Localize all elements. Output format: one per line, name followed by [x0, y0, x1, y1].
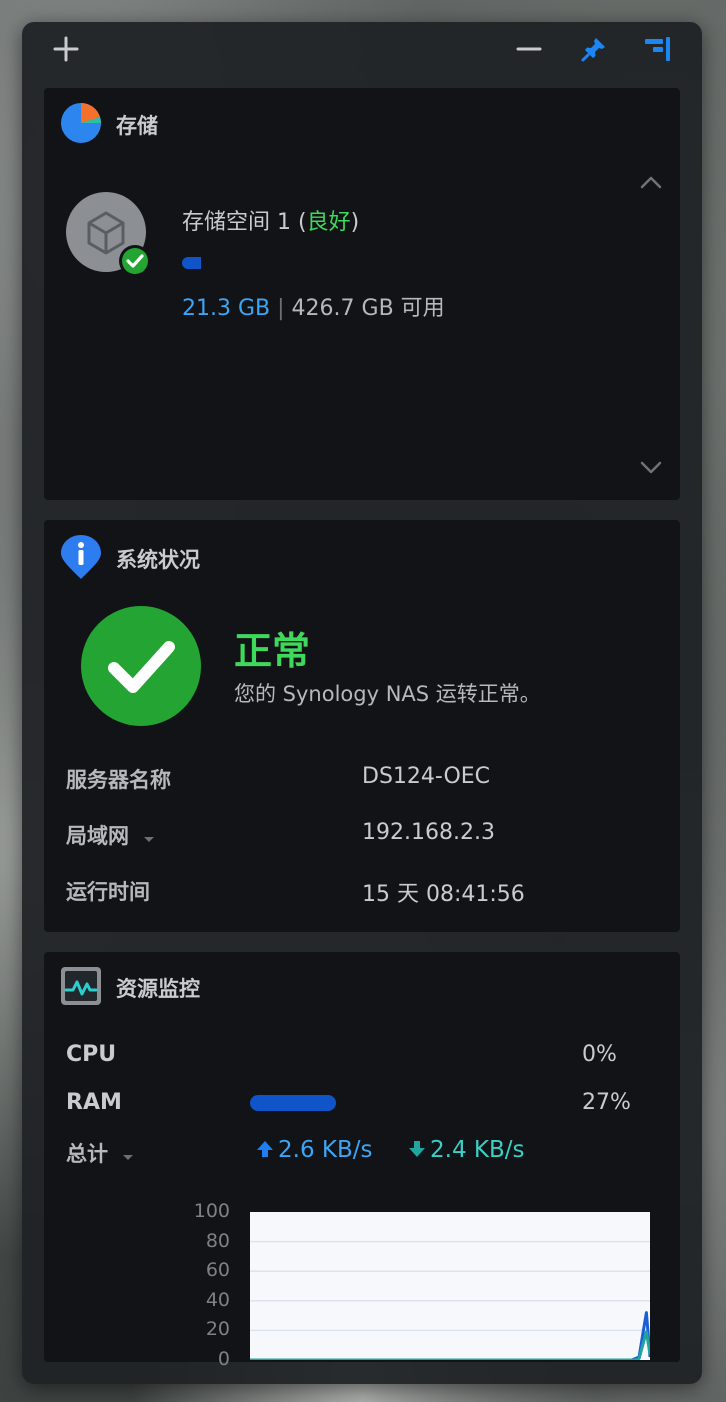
volume-status: 良好	[306, 210, 351, 235]
ram-usage-bar	[250, 1095, 336, 1111]
y-tick-100: 100	[193, 1200, 230, 1222]
used-space: 21.3 GB	[182, 296, 271, 321]
collapse-panel-button[interactable]	[640, 34, 674, 68]
scroll-up-button[interactable]	[640, 174, 662, 193]
y-tick-20: 20	[205, 1318, 230, 1340]
status-ok-icon	[81, 606, 201, 730]
minus-icon	[516, 36, 542, 66]
caret-down-icon	[142, 825, 156, 849]
volume-icon	[66, 192, 152, 282]
lan-dropdown[interactable]: 局域网	[66, 820, 156, 850]
uptime-value: 15 天 08:41:56	[362, 882, 525, 907]
cpu-value: 0%	[582, 1042, 617, 1067]
network-download: 2.4 KB/s	[408, 1137, 524, 1164]
server-name-label: 服务器名称	[66, 768, 171, 792]
available-space: 426.7 GB 可用	[291, 296, 445, 321]
volume-usage-bar	[182, 257, 582, 269]
server-name-value: DS124-OEC	[362, 764, 491, 789]
system-title: 系统状况	[116, 548, 200, 572]
download-arrow-icon	[408, 1138, 426, 1164]
storage-widget: 存储 存储空间 1 (良好) 21.3 GB | 426.7 GB 可用	[44, 88, 680, 500]
resource-monitor-widget: 资源监控 CPU 0% RAM 27% 总计 2.6 KB/s 2.4 KB/s…	[44, 952, 680, 1370]
lan-label: 局域网	[66, 824, 129, 848]
health-status: 正常	[234, 629, 311, 673]
volume-name[interactable]: 存储空间 1 (良好)	[182, 204, 359, 236]
widget-panel: 存储 存储空间 1 (良好) 21.3 GB | 426.7 GB 可用 系统状…	[22, 22, 702, 1384]
chart-plot-area	[250, 1212, 650, 1360]
pin-button[interactable]	[577, 34, 611, 68]
network-chart	[250, 1212, 650, 1360]
plus-icon	[53, 36, 79, 66]
scroll-down-button[interactable]	[640, 460, 662, 479]
capacity-separator: |	[277, 296, 285, 321]
resource-title: 资源监控	[116, 977, 200, 1001]
volume-name-close: )	[350, 210, 360, 235]
y-tick-60: 60	[205, 1259, 230, 1281]
upload-rate: 2.6 KB/s	[278, 1137, 373, 1163]
pin-icon	[580, 35, 608, 67]
panel-collapse-icon	[642, 35, 672, 67]
lan-ip-value: 192.168.2.3	[362, 820, 495, 845]
system-header: 系统状况	[60, 534, 200, 584]
caret-down-icon	[121, 1143, 135, 1167]
ram-label: RAM	[66, 1090, 122, 1115]
y-tick-80: 80	[205, 1230, 230, 1252]
add-widget-button[interactable]	[49, 34, 83, 68]
y-tick-40: 40	[205, 1289, 230, 1311]
y-tick-0: 0	[217, 1348, 230, 1370]
health-message: 您的 Synology NAS 运转正常。	[234, 682, 541, 706]
minimize-button[interactable]	[512, 34, 546, 68]
ram-value: 27%	[582, 1090, 631, 1115]
monitor-icon	[60, 966, 102, 1010]
network-total-label: 总计	[66, 1142, 108, 1166]
download-rate: 2.4 KB/s	[430, 1137, 525, 1163]
volume-usage-fill	[182, 257, 201, 269]
system-health-widget: 系统状况 正常 您的 Synology NAS 运转正常。 服务器名称 DS12…	[44, 520, 680, 932]
resource-header: 资源监控	[60, 966, 200, 1010]
volume-name-label: 存储空间 1 (	[182, 210, 307, 235]
storage-title: 存储	[116, 114, 158, 138]
pie-chart-icon	[60, 102, 102, 148]
storage-header: 存储	[60, 102, 158, 148]
uptime-label: 运行时间	[66, 880, 150, 904]
cpu-label: CPU	[66, 1042, 117, 1067]
upload-arrow-icon	[256, 1138, 274, 1164]
chart-y-axis: 100 80 60 40 20 0	[184, 1200, 230, 1370]
chevron-down-icon	[640, 460, 662, 479]
info-icon	[60, 534, 102, 584]
network-total-dropdown[interactable]: 总计	[66, 1138, 135, 1168]
network-upload: 2.6 KB/s	[256, 1137, 372, 1164]
volume-capacity: 21.3 GB | 426.7 GB 可用	[182, 290, 445, 322]
chevron-up-icon	[640, 174, 662, 193]
